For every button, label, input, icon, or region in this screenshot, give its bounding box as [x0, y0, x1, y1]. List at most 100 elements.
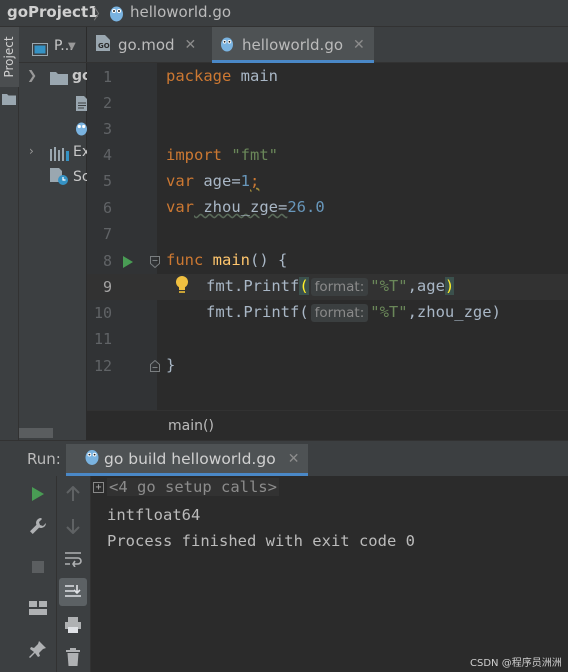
watermark: CSDN @程序员洲洲 — [470, 658, 562, 669]
punctuation: () { — [250, 251, 288, 269]
string-literal: "%T" — [370, 303, 408, 321]
line-number: 7 — [102, 225, 112, 243]
chevron-down-icon[interactable]: ▼ — [68, 41, 76, 52]
code-line-12: } — [166, 356, 176, 374]
line-number: 4 — [102, 146, 112, 164]
string-literal: "fmt" — [231, 146, 279, 164]
trash-icon — [66, 648, 80, 666]
project-tool-tab-label: Project — [2, 36, 16, 78]
line-number: 10 — [93, 304, 112, 322]
tab-go-mod-label: go.mod — [118, 36, 175, 54]
call-expression: fmt.Printf — [206, 303, 300, 321]
gopher-icon — [220, 35, 234, 56]
tab-helloworld-go-label: helloworld.go — [242, 36, 344, 54]
breadcrumb-file[interactable]: helloworld.go — [130, 3, 231, 21]
arguments: ,zhou_zge) — [407, 303, 501, 321]
close-icon[interactable]: ✕ — [288, 451, 300, 467]
warning-semicolon: ; — [250, 172, 260, 190]
line-number: 9 — [102, 278, 112, 296]
go-file-icon: GO — [96, 35, 110, 55]
left-tool-strip-bottom — [0, 476, 19, 672]
code-editor[interactable] — [157, 63, 568, 410]
identifier: zhou_zge= — [194, 198, 288, 216]
chevron-down-icon[interactable]: ❯ — [27, 68, 37, 82]
scratches-icon — [50, 168, 70, 190]
line-number: 2 — [102, 94, 112, 112]
function-name: main — [212, 251, 250, 269]
breadcrumb-project[interactable]: goProject1 — [7, 3, 99, 21]
layout-icon — [29, 601, 47, 615]
run-tab-label: go build helloworld.go — [104, 449, 276, 468]
breadcrumb-separator: 〉 — [93, 5, 109, 23]
svg-text:GO: GO — [98, 42, 110, 50]
close-icon[interactable]: ✕ — [353, 37, 365, 53]
identifier: age= — [194, 172, 241, 190]
close-icon[interactable]: ✕ — [185, 37, 197, 53]
soft-wrap-icon — [65, 552, 82, 567]
run-panel-title: Run: — [27, 450, 61, 468]
scroll-to-end-icon — [65, 585, 81, 597]
run-gutter-icon[interactable] — [123, 253, 133, 272]
arrow-down-icon — [66, 519, 80, 534]
keyword: import — [166, 146, 222, 164]
number-literal: 1 — [240, 172, 251, 190]
editor-breadcrumb-bar — [87, 410, 568, 440]
parameter-hint: format: — [310, 278, 369, 296]
left-tool-strip — [0, 27, 19, 440]
folder-icon[interactable] — [2, 90, 16, 109]
gopher-icon — [84, 447, 100, 470]
chevron-right-icon[interactable]: › — [29, 144, 34, 158]
tab-go-mod[interactable]: GO go.mod ✕ — [96, 27, 196, 63]
stop-button[interactable] — [25, 554, 51, 580]
fold-marker-icon[interactable] — [150, 253, 160, 272]
keyword: var — [166, 172, 194, 190]
soft-wrap-button[interactable] — [60, 546, 86, 572]
rerun-button[interactable] — [25, 481, 51, 507]
line-number: 12 — [93, 357, 112, 375]
console-exit-message: Process finished with exit code 0 — [107, 532, 415, 550]
line-number: 11 — [93, 330, 112, 348]
keyword: var — [166, 198, 194, 216]
paren: ( — [299, 303, 309, 321]
arguments: ,age — [407, 277, 445, 295]
edit-configuration-button[interactable] — [25, 513, 51, 539]
scroll-down-button[interactable] — [60, 513, 86, 539]
line-number: 8 — [102, 252, 112, 270]
fold-marker-icon[interactable] — [150, 357, 160, 376]
keyword: func — [166, 251, 204, 269]
stop-icon — [32, 561, 44, 573]
console-output: intfloat64 — [107, 506, 201, 524]
arrow-up-icon — [66, 486, 80, 501]
lightbulb-icon[interactable] — [174, 275, 190, 299]
parameter-hint: format: — [310, 304, 369, 322]
libraries-icon — [50, 146, 70, 165]
code-line-10: fmt.Printf(format: "%T",zhou_zge) — [206, 303, 501, 322]
identifier: main — [231, 67, 278, 85]
console-folded-setup[interactable]: <4 go setup calls> — [107, 478, 279, 496]
scroll-to-end-icon-wrap — [60, 579, 86, 605]
code-line-4: import "fmt" — [166, 146, 278, 164]
run-configuration-tab[interactable]: go build helloworld.go ✕ — [66, 444, 308, 476]
string-literal: "%T" — [370, 277, 408, 295]
call-expression: fmt.Printf — [206, 277, 300, 295]
code-line-9: fmt.Printf(format: "%T",age) — [206, 277, 455, 296]
expand-icon[interactable]: + — [93, 482, 104, 493]
play-icon — [32, 487, 44, 501]
line-number: 6 — [102, 199, 112, 217]
code-line-1: package main — [166, 67, 278, 85]
printer-icon — [65, 617, 81, 633]
keyword: package — [166, 67, 232, 85]
line-number: 5 — [102, 172, 112, 190]
clear-all-button[interactable] — [60, 644, 86, 670]
scroll-up-button[interactable] — [60, 481, 86, 507]
code-line-5: var age=1; — [166, 172, 259, 190]
project-panel-scrollbar[interactable] — [19, 428, 53, 438]
function-breadcrumb[interactable]: main() — [168, 418, 214, 434]
matched-paren: ) — [444, 277, 455, 295]
restore-layout-button[interactable] — [25, 595, 51, 621]
project-panel-header — [19, 27, 87, 63]
print-button[interactable] — [60, 612, 86, 638]
tab-helloworld-go[interactable]: helloworld.go ✕ — [212, 27, 374, 63]
line-number: 3 — [102, 120, 112, 138]
pin-tab-button[interactable] — [25, 636, 51, 662]
